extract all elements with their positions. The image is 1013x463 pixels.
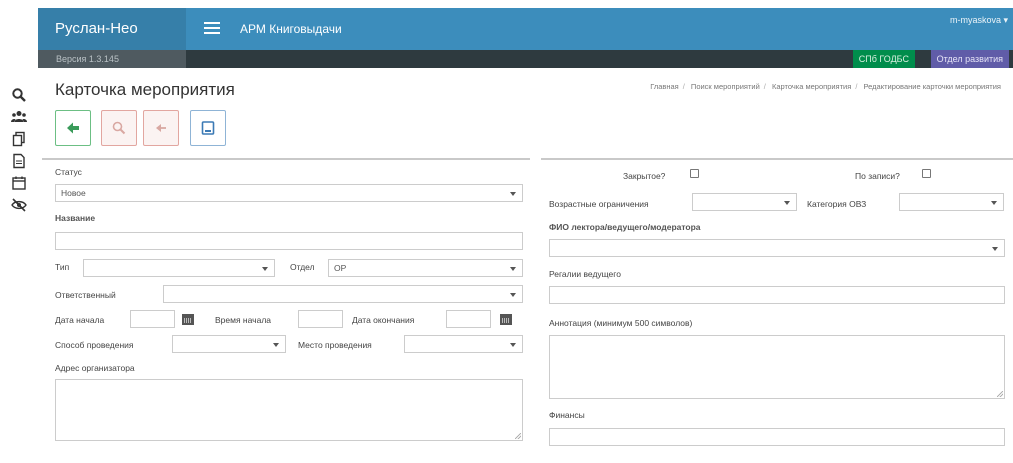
- closed-checkbox[interactable]: [690, 169, 699, 178]
- chevron-down-icon: [510, 267, 516, 271]
- regalia-input[interactable]: [549, 286, 1005, 304]
- start-time-input[interactable]: [298, 310, 343, 328]
- lecturer-label: ФИО лектора/ведущего/модератора: [549, 222, 701, 232]
- chevron-down-icon: [991, 201, 997, 205]
- department-value: ОР: [334, 263, 347, 273]
- user-menu[interactable]: m-myaskova ▾: [950, 8, 1008, 32]
- by-registration-label: По записи?: [855, 171, 900, 181]
- organizer-address-label: Адрес организатора: [55, 363, 135, 373]
- chevron-down-icon: [273, 343, 279, 347]
- users-icon[interactable]: [11, 109, 27, 125]
- place-select[interactable]: [404, 335, 523, 353]
- chevron-down-icon: [784, 201, 790, 205]
- department-label: Отдел: [290, 262, 315, 272]
- version-bar: Версия 1.3.145 СПб ГОДБС Отдел развития: [38, 50, 1013, 68]
- chevron-down-icon: [510, 343, 516, 347]
- department-badge[interactable]: Отдел развития: [930, 50, 1009, 68]
- by-registration-checkbox[interactable]: [922, 169, 931, 178]
- resize-handle[interactable]: [515, 433, 521, 439]
- library-badge[interactable]: СПб ГОДБС: [852, 50, 915, 68]
- age-label: Возрастные ограничения: [549, 199, 649, 209]
- breadcrumb: Главная / Поиск мероприятий / Карточка мер…: [650, 82, 1001, 91]
- method-select[interactable]: [172, 335, 286, 353]
- responsible-select[interactable]: [163, 285, 523, 303]
- top-header: Руслан-Нео АРМ Книговыдачи m-myaskova ▾: [38, 8, 1013, 50]
- lecturer-select[interactable]: [549, 239, 1005, 257]
- organizer-address-textarea[interactable]: [55, 379, 523, 441]
- search-icon[interactable]: [11, 87, 27, 103]
- type-label: Тип: [55, 262, 70, 272]
- section-divider: [541, 158, 1013, 160]
- save-button[interactable]: [190, 110, 226, 146]
- breadcrumb-item[interactable]: Карточка мероприятия: [772, 82, 851, 91]
- calendar-icon[interactable]: [11, 175, 27, 191]
- resize-handle[interactable]: [997, 391, 1003, 397]
- name-input[interactable]: [55, 232, 523, 250]
- chevron-down-icon: [510, 293, 516, 297]
- method-label: Способ проведения: [55, 340, 134, 350]
- status-select[interactable]: Новое: [55, 184, 523, 202]
- type-select[interactable]: [83, 259, 275, 277]
- delete-button[interactable]: [101, 110, 137, 146]
- save-icon: [201, 121, 215, 135]
- ovz-label: Категория ОВЗ: [807, 199, 867, 209]
- finance-input[interactable]: [549, 428, 1005, 446]
- start-date-label: Дата начала: [55, 315, 105, 325]
- hidden-eye-icon[interactable]: [11, 197, 27, 213]
- breadcrumb-item[interactable]: Поиск мероприятий: [691, 82, 760, 91]
- version-label: Версия 1.3.145: [38, 50, 186, 68]
- page-title: Карточка мероприятия: [55, 80, 235, 99]
- responsible-label: Ответственный: [55, 290, 116, 300]
- breadcrumb-current: Редактирование карточки мероприятия: [863, 82, 1002, 91]
- regalia-label: Регалии ведущего: [549, 269, 621, 279]
- chevron-down-icon: [992, 247, 998, 251]
- end-date-label: Дата окончания: [352, 315, 415, 325]
- annotation-label: Аннотация (минимум 500 символов): [549, 318, 693, 328]
- finance-label: Финансы: [549, 410, 585, 420]
- start-time-label: Время начала: [215, 315, 272, 325]
- brand-logo[interactable]: Руслан-Нео: [38, 8, 186, 50]
- breadcrumb-item[interactable]: Главная: [650, 82, 679, 91]
- ovz-select[interactable]: [899, 193, 1004, 211]
- status-value: Новое: [61, 188, 86, 198]
- calendar-icon[interactable]: [182, 314, 194, 325]
- arrow-left-icon: [67, 122, 79, 134]
- status-label: Статус: [55, 167, 82, 177]
- app-title: АРМ Книговыдачи: [240, 22, 342, 36]
- calendar-icon[interactable]: [500, 314, 512, 325]
- user-name: m-myaskova: [949, 15, 1001, 25]
- back-button[interactable]: [55, 110, 91, 146]
- chevron-down-icon: [510, 192, 516, 196]
- closed-label: Закрытое?: [623, 171, 666, 181]
- start-date-input[interactable]: [130, 310, 175, 328]
- copy-icon[interactable]: [11, 131, 27, 147]
- annotation-textarea[interactable]: [549, 335, 1005, 399]
- place-label: Место проведения: [298, 340, 372, 350]
- chevron-down-icon: [262, 267, 268, 271]
- cancel-icon: [156, 124, 166, 132]
- age-select[interactable]: [692, 193, 797, 211]
- document-icon[interactable]: [11, 153, 27, 169]
- delete-icon: [112, 121, 126, 135]
- section-divider: [42, 158, 530, 160]
- end-date-input[interactable]: [446, 310, 491, 328]
- name-label: Название: [55, 213, 96, 223]
- cancel-button[interactable]: [143, 110, 179, 146]
- sidebar: [0, 68, 38, 463]
- menu-toggle-icon[interactable]: [204, 20, 220, 36]
- page: Руслан-Нео АРМ Книговыдачи m-myaskova ▾ …: [0, 0, 1013, 463]
- department-select[interactable]: ОР: [328, 259, 523, 277]
